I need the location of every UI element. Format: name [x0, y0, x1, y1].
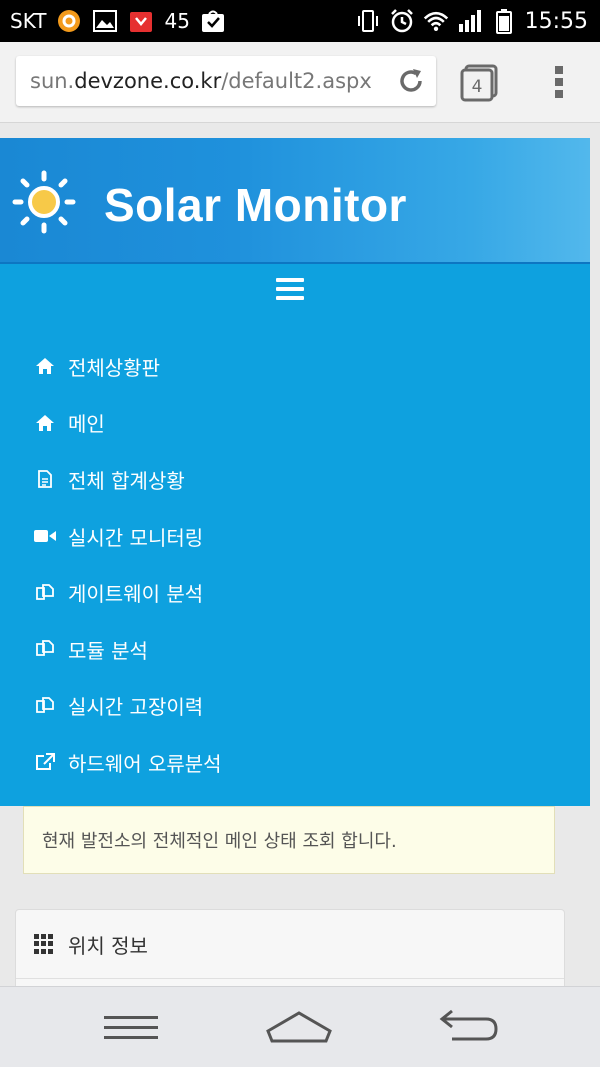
tab-count: 4: [472, 77, 483, 97]
panel-title: 위치 정보: [68, 933, 148, 958]
site-title[interactable]: Solar Monitor: [104, 178, 407, 232]
nav-item-label: 게이트웨이 분석: [68, 582, 204, 607]
check-bag-icon: [201, 10, 224, 32]
nav-item-label: 전체상황판: [68, 355, 160, 380]
nav-item-label: 실시간 고장이력: [68, 695, 204, 720]
hamburger-menu-icon[interactable]: [276, 278, 304, 300]
nav-item-fault-history[interactable]: 실시간 고장이력: [0, 678, 590, 735]
tabs-icon: 4: [460, 64, 498, 102]
overflow-menu-button[interactable]: [552, 64, 566, 100]
home-nav-icon[interactable]: [266, 1009, 332, 1045]
nav-item-total-summary[interactable]: 전체 합계상황: [0, 451, 590, 508]
alarm-icon: [390, 9, 413, 33]
url-path: /default2.aspx: [221, 69, 372, 93]
gift-icon: [130, 12, 153, 32]
nav-item-main[interactable]: 메인: [0, 395, 590, 452]
clock: 15:55: [524, 8, 588, 34]
copy-icon: [34, 695, 56, 717]
browser-toolbar: sun.devzone.co.kr/default2.aspx 4: [0, 42, 600, 123]
copy-icon: [34, 582, 56, 604]
nav-item-label: 메인: [68, 412, 105, 437]
page-description: 현재 발전소의 전체적인 메인 상태 조회 합니다.: [23, 806, 555, 874]
url-prefix: sun.: [30, 69, 75, 93]
nav-item-label: 전체 합계상황: [68, 468, 185, 493]
main-nav: 전체상황판 메인 전체 합계상황 실시간 모니터링 게이트웨이 분석 모듈 분석…: [0, 264, 590, 806]
back-icon[interactable]: [438, 1009, 500, 1045]
video-camera-icon: [34, 525, 56, 547]
panel-header: 위치 정보: [16, 910, 564, 979]
app-circle-icon: [58, 10, 81, 32]
nav-item-hardware-error[interactable]: 하드웨어 오류분석: [0, 734, 590, 791]
vibrate-icon: [357, 10, 378, 32]
tab-switcher-button[interactable]: 4: [460, 62, 500, 102]
menu-icon[interactable]: [104, 1015, 158, 1041]
sun-logo-icon: [12, 170, 76, 234]
external-link-icon: [34, 751, 56, 773]
notification-count: 45: [164, 9, 190, 33]
notice-text: 현재 발전소의 전체적인 메인 상태 조회 합니다.: [42, 831, 397, 852]
url-bar[interactable]: sun.devzone.co.kr/default2.aspx: [16, 56, 436, 106]
system-navigation-bar: [0, 986, 600, 1067]
document-icon: [34, 468, 56, 490]
nav-item-label: 하드웨어 오류분석: [68, 751, 222, 776]
nav-item-gateway-analysis[interactable]: 게이트웨이 분석: [0, 564, 590, 621]
battery-icon: [495, 9, 512, 34]
home-icon: [34, 355, 56, 377]
wifi-icon: [423, 11, 448, 31]
more-vert-icon: [555, 66, 563, 98]
grid-icon: [34, 934, 54, 954]
status-bar: SKT 45 15:55: [0, 0, 600, 42]
nav-list: 전체상황판 메인 전체 합계상황 실시간 모니터링 게이트웨이 분석 모듈 분석…: [0, 338, 590, 791]
carrier-label: SKT: [10, 9, 47, 33]
copy-icon: [34, 638, 56, 660]
url-domain: devzone.co.kr: [74, 69, 222, 93]
site-header: Solar Monitor: [0, 138, 590, 265]
nav-item-dashboard[interactable]: 전체상황판: [0, 338, 590, 395]
home-icon: [34, 412, 56, 434]
nav-item-label: 실시간 모니터링: [68, 525, 204, 550]
reload-icon[interactable]: [396, 66, 426, 96]
nav-item-module-analysis[interactable]: 모듈 분석: [0, 621, 590, 678]
gallery-icon: [93, 10, 118, 32]
url-text[interactable]: sun.devzone.co.kr/default2.aspx: [30, 69, 372, 93]
nav-item-label: 모듈 분석: [68, 638, 148, 663]
signal-icon: [458, 10, 481, 32]
nav-item-realtime-monitoring[interactable]: 실시간 모니터링: [0, 508, 590, 565]
